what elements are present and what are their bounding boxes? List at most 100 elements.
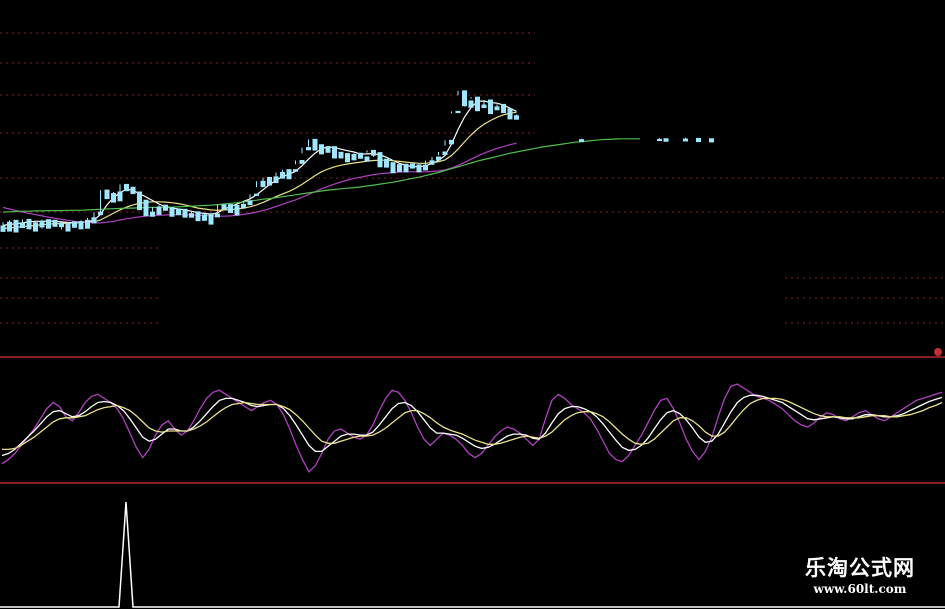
candle-body (33, 222, 38, 232)
candle (182, 208, 188, 218)
candle-body (215, 213, 220, 218)
candle (234, 204, 240, 216)
candle-body (189, 213, 194, 218)
candle (46, 219, 51, 229)
candle (436, 151, 441, 161)
candle (501, 103, 506, 114)
candle-body (325, 146, 331, 153)
kdj_fast-line (1, 383, 943, 473)
candle (260, 177, 266, 188)
candle (91, 212, 97, 224)
oscillator-lines (1, 383, 943, 473)
candle-body (514, 115, 519, 120)
candle (215, 204, 220, 218)
candle-body (429, 160, 435, 165)
candle-body (150, 211, 155, 217)
candle (579, 138, 584, 143)
watermark-title: 乐淘公式网 (805, 556, 915, 580)
candle (78, 220, 84, 230)
candle-body (234, 205, 240, 216)
candle-body (397, 164, 402, 173)
candle (462, 90, 467, 107)
candle-body (403, 163, 409, 173)
candle (397, 164, 402, 173)
price-moving-averages (2, 100, 640, 230)
candle (143, 199, 149, 217)
price-panel-gridlines (0, 32, 945, 324)
candle (286, 169, 292, 180)
candle-body (46, 219, 51, 229)
candle-body (293, 169, 298, 172)
candle-body (182, 208, 188, 218)
candle (390, 162, 396, 174)
candle (475, 96, 480, 112)
candle (156, 205, 162, 215)
candle-body (163, 204, 168, 211)
candle (338, 151, 344, 159)
candle (384, 158, 389, 168)
candle (228, 204, 233, 213)
candle-body (436, 156, 441, 161)
candle-body (449, 139, 454, 145)
candle-body (696, 137, 701, 143)
candle-body (195, 211, 201, 222)
candle (488, 99, 493, 115)
candle (163, 204, 168, 211)
candle (377, 152, 383, 168)
candle (319, 144, 324, 155)
candle-body (254, 193, 259, 196)
candle (494, 104, 500, 111)
candle-body (124, 183, 129, 192)
candle-body (7, 221, 12, 232)
candle-body (20, 222, 25, 229)
signal-spike (0, 501, 945, 608)
candle (364, 150, 370, 162)
candle-body (475, 96, 480, 112)
candle-body (306, 147, 311, 151)
candle-body (39, 220, 45, 228)
candle-body (137, 191, 142, 211)
candle (130, 186, 136, 195)
candle (514, 114, 519, 120)
candle-body (52, 219, 58, 227)
candle (189, 211, 194, 218)
watermark: 乐淘公式网 www.60lt.com (805, 555, 915, 597)
candle (455, 90, 461, 114)
candle-body (228, 204, 233, 213)
candle-body (319, 144, 324, 155)
candle-body (345, 153, 350, 163)
candle-body (221, 204, 227, 210)
candle-body (364, 156, 370, 162)
candle-body (72, 221, 77, 228)
candle-body (111, 193, 116, 203)
candle-body (481, 104, 487, 109)
candle (332, 146, 337, 159)
candle-body (579, 139, 584, 143)
candle-body (85, 219, 90, 229)
candle-body (507, 108, 513, 120)
candle (416, 164, 422, 173)
candle-body (78, 221, 84, 230)
candle (0, 222, 6, 232)
candle (507, 108, 513, 120)
candle-body (267, 177, 272, 186)
candle-body (488, 99, 493, 115)
candle-body (377, 152, 383, 168)
candle (59, 222, 64, 230)
candle (52, 219, 58, 227)
candle (137, 191, 142, 211)
candle-body (13, 219, 19, 233)
candle-body (104, 189, 110, 200)
candle-body (657, 138, 662, 142)
candle-body (501, 103, 506, 114)
candle (696, 137, 701, 143)
candle-body (384, 158, 389, 168)
candle (410, 163, 415, 169)
candle (442, 140, 448, 156)
candle-body (65, 222, 71, 232)
candle-body (202, 214, 207, 221)
candle (7, 220, 12, 232)
candle-body (462, 90, 467, 107)
candle-body (663, 138, 669, 142)
candle-body (683, 138, 688, 142)
